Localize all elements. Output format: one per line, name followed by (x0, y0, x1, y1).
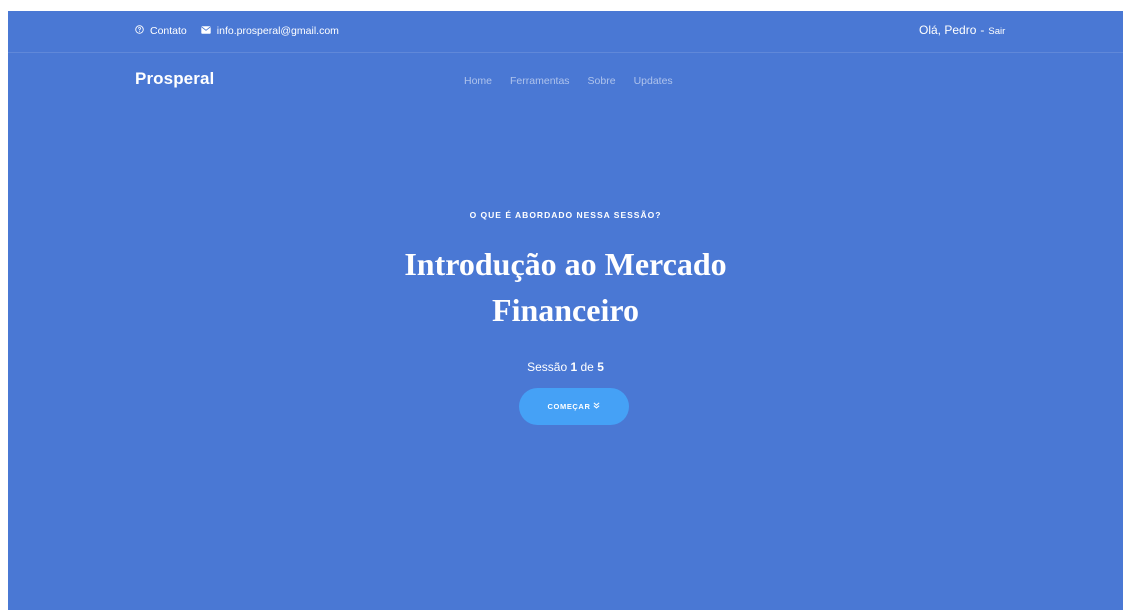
page-frame: Contato info.prosperal@gmail.com Olá, Pe… (8, 11, 1123, 610)
hero-title-line-1: Introdução ao Mercado (404, 246, 727, 282)
logout-link[interactable]: Sair (988, 26, 1005, 37)
session-prefix: Sessão (527, 360, 568, 374)
nav-item-home[interactable]: Home (464, 75, 492, 87)
user-greeting: Olá, Pedro - Sair (919, 23, 1005, 37)
question-circle-icon (135, 25, 144, 37)
session-total: 5 (597, 360, 604, 374)
greeting-separator: - (980, 23, 985, 37)
brand-logo[interactable]: Prosperal (135, 69, 214, 89)
hero-eyebrow: O QUE É ABORDADO NESSA SESSÃO? (469, 210, 662, 220)
hero-title-line-2: Financeiro (492, 292, 639, 328)
main-nav: Home Ferramentas Sobre Updates (464, 75, 691, 87)
session-current: 1 (570, 360, 578, 374)
top-info-bar: Contato info.prosperal@gmail.com Olá, Pe… (8, 11, 1123, 53)
double-chevron-down-icon (593, 402, 600, 411)
nav-item-ferramentas[interactable]: Ferramentas (510, 75, 570, 87)
envelope-icon (201, 26, 211, 37)
email-link[interactable]: info.prosperal@gmail.com (201, 25, 339, 37)
contact-label: Contato (150, 25, 187, 37)
greeting-text: Olá, Pedro (919, 23, 977, 37)
session-of: de (580, 360, 594, 374)
session-progress: Sessão 1 de 5 (8, 360, 1123, 374)
contact-link[interactable]: Contato (135, 25, 187, 37)
nav-item-sobre[interactable]: Sobre (588, 75, 616, 87)
hero-title: Introdução ao Mercado Financeiro (8, 241, 1123, 333)
contact-info: Contato info.prosperal@gmail.com (135, 25, 353, 37)
nav-item-updates[interactable]: Updates (634, 75, 673, 87)
email-address: info.prosperal@gmail.com (216, 25, 339, 37)
start-button[interactable]: COMEÇAR (519, 388, 629, 425)
start-button-label: COMEÇAR (547, 402, 591, 411)
